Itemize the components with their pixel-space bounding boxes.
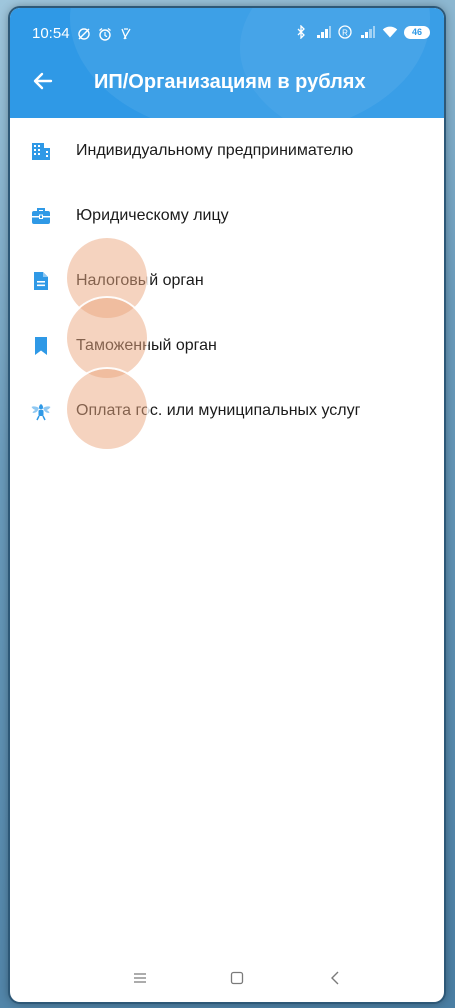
menu-item-government-services[interactable]: Оплата гос. или муниципальных услуг — [10, 378, 444, 443]
menu-list: Индивидуальному предпринимателю Юридичес… — [10, 118, 444, 443]
missed-call-icon — [119, 27, 133, 41]
alarm-off-icon — [77, 27, 91, 41]
nav-home-button[interactable] — [226, 969, 248, 991]
back-button[interactable] — [28, 68, 58, 98]
briefcase-icon — [30, 205, 52, 227]
wifi-icon — [382, 25, 398, 39]
menu-item-label: Оплата гос. или муниципальных услуг — [76, 401, 361, 419]
menu-item-label: Таможенный орган — [76, 336, 217, 354]
menu-item-tax-authority[interactable]: Налоговый орган — [10, 248, 444, 313]
navigation-bar — [10, 958, 444, 1002]
home-icon — [230, 971, 244, 990]
nav-menu-button[interactable] — [129, 969, 151, 991]
status-bar: 10:54 R 46 — [10, 8, 444, 48]
menu-item-label: Юридическому лицу — [76, 206, 229, 224]
bluetooth-icon — [294, 24, 308, 40]
roaming-icon: R — [338, 25, 352, 39]
status-time: 10:54 — [32, 25, 70, 42]
signal-icon — [316, 25, 331, 39]
phone-screen: 10:54 R 46 ИП/Организациям в рублях Инди… — [10, 8, 444, 1002]
status-right: R 46 — [294, 24, 430, 40]
page-title: ИП/Организациям в рублях — [94, 71, 366, 93]
status-left: 10:54 — [32, 25, 133, 42]
toolbar: ИП/Организациям в рублях — [10, 48, 444, 118]
nav-back-button[interactable] — [324, 969, 346, 991]
coat-of-arms-icon — [30, 400, 52, 422]
arrow-left-icon — [32, 70, 54, 97]
signal-icon — [360, 25, 375, 39]
menu-icon — [133, 971, 147, 989]
alarm-clock-icon — [98, 27, 112, 41]
menu-item-individual-entrepreneur[interactable]: Индивидуальному предпринимателю — [10, 118, 444, 183]
menu-item-customs-authority[interactable]: Таможенный орган — [10, 313, 444, 378]
building-icon — [30, 140, 52, 162]
menu-item-label: Индивидуальному предпринимателю — [76, 141, 354, 159]
back-icon — [330, 971, 340, 990]
menu-item-label: Налоговый орган — [76, 271, 204, 289]
bookmark-icon — [30, 335, 52, 357]
svg-text:R: R — [342, 29, 348, 38]
menu-item-legal-entity[interactable]: Юридическому лицу — [10, 183, 444, 248]
app-bar: 10:54 R 46 ИП/Организациям в рублях — [10, 8, 444, 118]
document-icon — [30, 270, 52, 292]
battery-icon: 46 — [404, 25, 430, 39]
